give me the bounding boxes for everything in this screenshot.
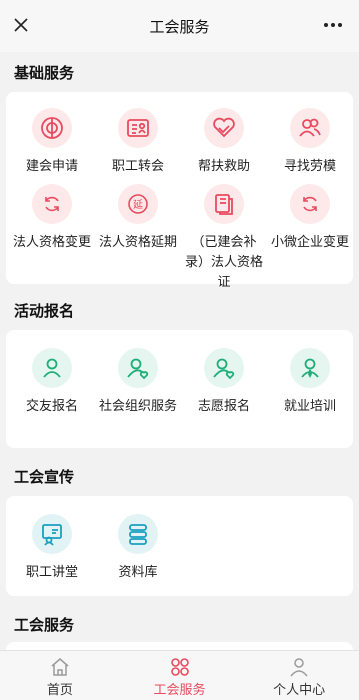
home-icon: [51, 658, 69, 676]
more-icon[interactable]: [321, 14, 345, 36]
service-item-legal-change[interactable]: 法人资格变更: [9, 184, 95, 252]
service-label: 建会申请: [25, 158, 78, 173]
activity-item-training[interactable]: 就业培训: [267, 348, 353, 416]
service-item-transfer[interactable]: 职工转会: [95, 108, 181, 176]
grid-icon: [170, 658, 189, 676]
tab-union-services[interactable]: 工会服务: [120, 651, 240, 700]
user-icon: [32, 348, 72, 388]
activity-item-volunteer[interactable]: 志愿报名: [181, 348, 267, 416]
refresh-icon: [290, 184, 330, 224]
activity-item-dating[interactable]: 交友报名: [9, 348, 95, 416]
page-title: 工会服务: [149, 18, 210, 36]
tab-personal-center[interactable]: 个人中心: [239, 651, 359, 700]
section-title-basic: 基础服务: [14, 65, 75, 82]
lecture-icon: [32, 514, 72, 554]
person-icon: [290, 658, 308, 677]
section-title-union-services: 工会服务: [14, 617, 75, 634]
promo-label: 资料库: [118, 564, 158, 579]
activity-label: 社会组织服务: [98, 398, 177, 413]
service-item-legal-cert[interactable]: （已建会补录）法人资格证: [181, 184, 267, 292]
user-tie-icon: [290, 348, 330, 388]
promotion-card: 职工讲堂 资料库: [6, 496, 353, 596]
document-copy-icon: [204, 184, 244, 224]
service-label: 法人资格变更: [12, 234, 91, 249]
user-heart-icon: [118, 348, 158, 388]
user-group-icon: [290, 108, 330, 148]
service-item-small-biz-change[interactable]: 小微企业变更: [267, 184, 353, 252]
user-heart-icon: [204, 348, 244, 388]
section-title-activity: 活动报名: [14, 303, 75, 320]
activity-label: 交友报名: [25, 398, 78, 413]
extend-icon: 延: [118, 184, 158, 224]
id-card-icon: [118, 108, 158, 148]
promo-item-lecture[interactable]: 职工讲堂: [9, 514, 95, 582]
basic-services-card: 建会申请 职工转会 帮扶救助 寻找劳模 法人资格变更 延 法人资格延期 （已建会…: [6, 92, 353, 289]
service-label: 职工转会: [111, 158, 164, 173]
service-label: 帮扶救助: [197, 158, 250, 173]
service-item-find-model[interactable]: 寻找劳模: [267, 108, 353, 176]
close-icon[interactable]: [10, 14, 32, 36]
nav-header: 工会服务: [0, 0, 359, 52]
tab-label: 个人中心: [273, 682, 326, 697]
service-item-union-apply[interactable]: 建会申请: [9, 108, 95, 176]
activity-item-social-org[interactable]: 社会组织服务: [95, 348, 181, 416]
service-item-assistance[interactable]: 帮扶救助: [181, 108, 267, 176]
activity-label: 志愿报名: [197, 398, 250, 413]
tab-home[interactable]: 首页: [0, 651, 120, 700]
promo-label: 职工讲堂: [25, 564, 78, 579]
service-label: （已建会补录）法人资格证: [184, 234, 263, 289]
svg-text:延: 延: [133, 199, 143, 211]
bottom-tabbar: 首页 工会服务 个人中心: [0, 650, 359, 700]
activity-label: 就业培训: [283, 398, 336, 413]
promo-item-database[interactable]: 资料库: [95, 514, 181, 582]
service-item-legal-extend[interactable]: 延 法人资格延期: [95, 184, 181, 252]
service-label: 法人资格延期: [98, 234, 177, 249]
tab-label: 首页: [46, 682, 73, 697]
service-label: 小微企业变更: [270, 234, 349, 249]
heart-hand-icon: [204, 108, 244, 148]
service-label: 寻找劳模: [283, 158, 336, 173]
tab-label: 工会服务: [153, 682, 206, 697]
database-icon: [118, 514, 158, 554]
refresh-icon: [32, 184, 72, 224]
activity-card: 交友报名 社会组织服务 志愿报名 就业培训: [6, 330, 353, 448]
union-establish-icon: [32, 108, 72, 148]
section-title-promotion: 工会宣传: [14, 469, 75, 486]
